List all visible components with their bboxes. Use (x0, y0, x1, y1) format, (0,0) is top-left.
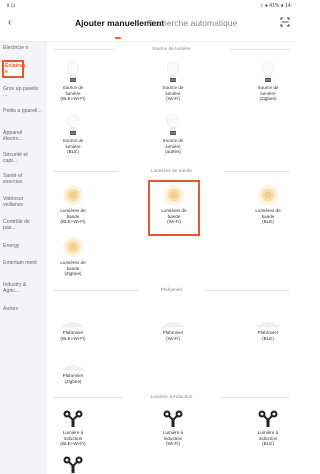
device-item[interactable]: Lumières de bande (Zigbee) (48, 234, 98, 277)
induction-light-icon (48, 404, 98, 428)
device-item[interactable] (48, 450, 98, 474)
device-label: Lumières de bande (BLE+Wi-Fi) (60, 208, 86, 225)
sidebar-item-electricien[interactable]: Électricie n (3, 45, 43, 51)
device-item[interactable]: Plafonnier (BLE+Wi-Fi) (48, 304, 98, 341)
sidebar-item-energy[interactable]: Energy (3, 243, 43, 249)
bulb-icon (243, 59, 293, 83)
device-label: Lumière à induction (Wi-Fi) (162, 430, 184, 447)
chevron-left-icon[interactable]: ‹ (8, 17, 11, 28)
ceiling-light-icon (148, 304, 198, 328)
status-bar: Ⅱ ⊡ ᛒ ✦ 41% ▮ 14: (0, 0, 296, 12)
sidebar-item-securite[interactable]: Sécurité et capt... (3, 152, 43, 164)
sidebar-item-industry[interactable]: Industry & Agric... (3, 282, 43, 294)
sidebar-item-entertainment[interactable]: Entertain ment (3, 260, 43, 266)
bulb-icon (48, 59, 98, 83)
strip-light-icon (243, 182, 293, 206)
device-label: Lumières de bande (BLE) (255, 208, 281, 225)
device-grid: Source de lumière Source de lumière (BLE… (47, 42, 296, 474)
sidebar-item-sante[interactable]: Santé et exercice (3, 173, 43, 185)
bulb-icon (148, 59, 198, 83)
scan-icon[interactable] (280, 17, 290, 27)
sidebar-item-videosurveillance[interactable]: Vidéosur veillance (3, 196, 43, 208)
section-divider (204, 290, 290, 291)
section-divider (220, 397, 290, 398)
device-item[interactable]: Lumière à induction (Wi-Fi) (148, 404, 198, 447)
device-label: Lumière à induction (BLE+Wi-Fi) (60, 430, 86, 447)
strip-light-icon (48, 182, 98, 206)
ceiling-light-icon (243, 304, 293, 328)
strip-light-icon (150, 182, 198, 206)
sidebar-item-petits-appareils[interactable]: Petits a pparell... (3, 108, 43, 114)
bulb-icon (48, 112, 98, 136)
device-item[interactable]: Source de lumière (autres) (148, 112, 198, 155)
status-left: Ⅱ ⊡ (7, 3, 16, 9)
device-item-highlighted[interactable]: Lumières de bande (Wi-Fi) (148, 180, 200, 236)
device-label: Plafonnier (BLE+Wi-Fi) (60, 330, 86, 341)
device-label: Source de lumière (autres) (162, 138, 184, 155)
device-item[interactable]: Lumières de bande (BLE+Wi-Fi) (48, 182, 98, 225)
device-item[interactable]: Plafonnier (Wi-Fi) (148, 304, 198, 341)
induction-light-icon (48, 450, 98, 474)
device-label: Plafonnier (Wi-Fi) (162, 330, 184, 341)
ceiling-light-icon (48, 347, 98, 371)
device-label: Source de lumière (Wi-Fi) (162, 85, 184, 102)
induction-light-icon (148, 404, 198, 428)
section-divider (230, 49, 290, 50)
active-tab-indicator (115, 37, 121, 39)
sidebar-item-controle[interactable]: Contrôle de pas... (3, 219, 43, 231)
induction-light-icon (243, 404, 293, 428)
device-label: Source de lumière (BLE+Wi-Fi) (60, 85, 86, 102)
sidebar-item-gros-appareils[interactable]: Gros ap pareils ... (3, 86, 43, 98)
category-sidebar: Électricie n Éclairag e Gros ap pareils … (0, 42, 47, 474)
strip-light-icon (48, 234, 98, 258)
device-item[interactable]: Source de lumière (Zigbee) (243, 59, 293, 102)
ceiling-light-icon (48, 304, 98, 328)
device-label: Source de lumière (BLE) (62, 138, 84, 155)
sidebar-item-eclairage[interactable]: Éclairag e (2, 60, 25, 79)
device-item[interactable]: Source de lumière (BLE+Wi-Fi) (48, 59, 98, 102)
device-label: Lumières de bande (Wi-Fi) (161, 208, 187, 225)
bulb-icon (148, 112, 198, 136)
tab-auto-search[interactable]: Recherche automatique (147, 18, 237, 28)
section-divider (224, 171, 290, 172)
device-item[interactable]: Plafonnier (Zigbee) (48, 347, 98, 384)
device-label: Source de lumière (Zigbee) (257, 85, 279, 102)
sidebar-item-autres[interactable]: Autres (3, 306, 43, 312)
device-label: Plafonnier (BLE) (257, 330, 279, 341)
device-item[interactable]: Source de lumière (BLE) (48, 112, 98, 155)
device-label: Plafonnier (Zigbee) (62, 373, 84, 384)
device-item[interactable]: Lumière à induction (BLE+Wi-Fi) (48, 404, 98, 447)
device-item[interactable]: Source de lumière (Wi-Fi) (148, 59, 198, 102)
top-bar: ‹ Ajouter manuellement Recherche automat… (0, 12, 296, 42)
sidebar-item-appareil-electro[interactable]: Appareil électro... (3, 130, 43, 142)
status-right: ᛒ ✦ 41% ▮ 14: (260, 3, 292, 9)
device-label: Lumières de bande (Zigbee) (60, 260, 86, 277)
device-label: Lumière à induction (BLE) (257, 430, 279, 447)
device-item[interactable]: Lumière à induction (BLE) (243, 404, 293, 447)
device-item[interactable]: Plafonnier (BLE) (243, 304, 293, 341)
device-item[interactable]: Lumières de bande (BLE) (243, 182, 293, 225)
